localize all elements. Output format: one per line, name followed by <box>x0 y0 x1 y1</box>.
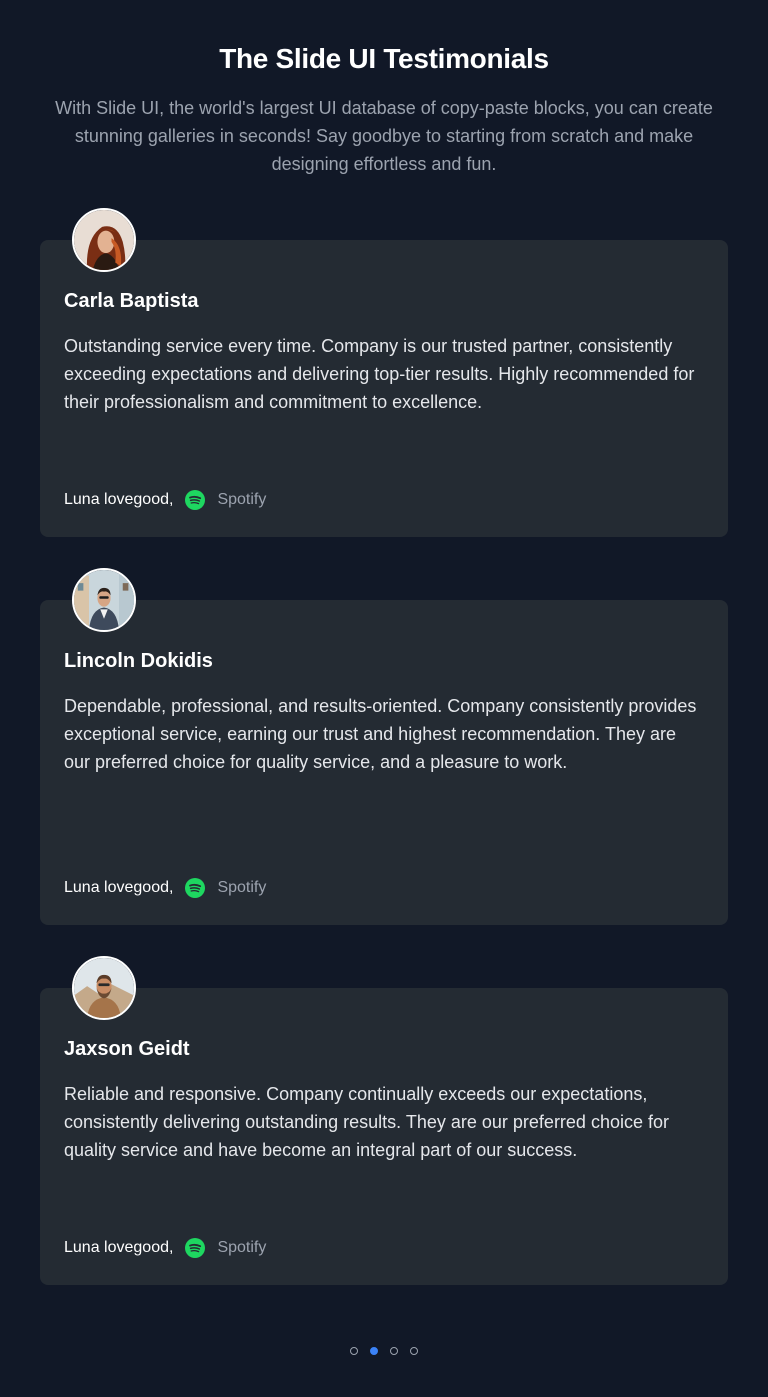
spotify-icon <box>185 878 206 898</box>
testimonial-card-2: Lincoln Dokidis Dependable, professional… <box>40 568 728 926</box>
spotify-icon <box>185 490 206 510</box>
testimonial-card-3: Jaxson Geidt Reliable and responsive. Co… <box>40 956 728 1286</box>
pagination-dot-4[interactable] <box>410 1347 418 1355</box>
testimonial-quote: Outstanding service every time. Company … <box>64 336 695 412</box>
testimonial-footer: Luna lovegood, Spotify <box>64 488 266 512</box>
page-subtitle: With Slide UI, the world's largest UI da… <box>55 98 713 174</box>
testimonial-name: Carla Baptista <box>64 290 199 312</box>
avatar <box>72 208 136 272</box>
testimonial-name: Lincoln Dokidis <box>64 650 213 672</box>
testimonial-quote: Dependable, professional, and results-or… <box>64 696 697 772</box>
testimonials-page: The Slide UI Testimonials With Slide UI,… <box>0 0 768 1397</box>
testimonial-company: Spotify <box>217 491 267 508</box>
testimonial-author: Luna lovegood, <box>64 491 174 508</box>
avatar <box>72 956 136 1020</box>
header: The Slide UI Testimonials With Slide UI,… <box>0 40 768 178</box>
pagination-dot-2[interactable] <box>370 1347 378 1355</box>
testimonial-card-body: Carla Baptista Outstanding service every… <box>40 240 728 537</box>
testimonial-card-1: Carla Baptista Outstanding service every… <box>40 208 728 538</box>
pagination-dots <box>0 1347 768 1355</box>
pagination-dot-1[interactable] <box>350 1347 358 1355</box>
testimonial-quote: Reliable and responsive. Company continu… <box>64 1084 669 1160</box>
testimonial-name: Jaxson Geidt <box>64 1038 190 1060</box>
testimonial-card-body: Lincoln Dokidis Dependable, professional… <box>40 600 728 925</box>
testimonial-author: Luna lovegood, <box>64 1239 174 1256</box>
testimonial-footer: Luna lovegood, Spotify <box>64 1236 266 1260</box>
testimonial-card-body: Jaxson Geidt Reliable and responsive. Co… <box>40 988 728 1285</box>
spotify-icon <box>185 1238 206 1258</box>
page-title: The Slide UI Testimonials <box>219 43 549 74</box>
testimonial-footer: Luna lovegood, Spotify <box>64 876 266 900</box>
pagination-dot-3[interactable] <box>390 1347 398 1355</box>
testimonial-author: Luna lovegood, <box>64 879 174 896</box>
testimonial-company: Spotify <box>217 879 267 896</box>
testimonial-company: Spotify <box>217 1239 267 1256</box>
avatar <box>72 568 136 632</box>
